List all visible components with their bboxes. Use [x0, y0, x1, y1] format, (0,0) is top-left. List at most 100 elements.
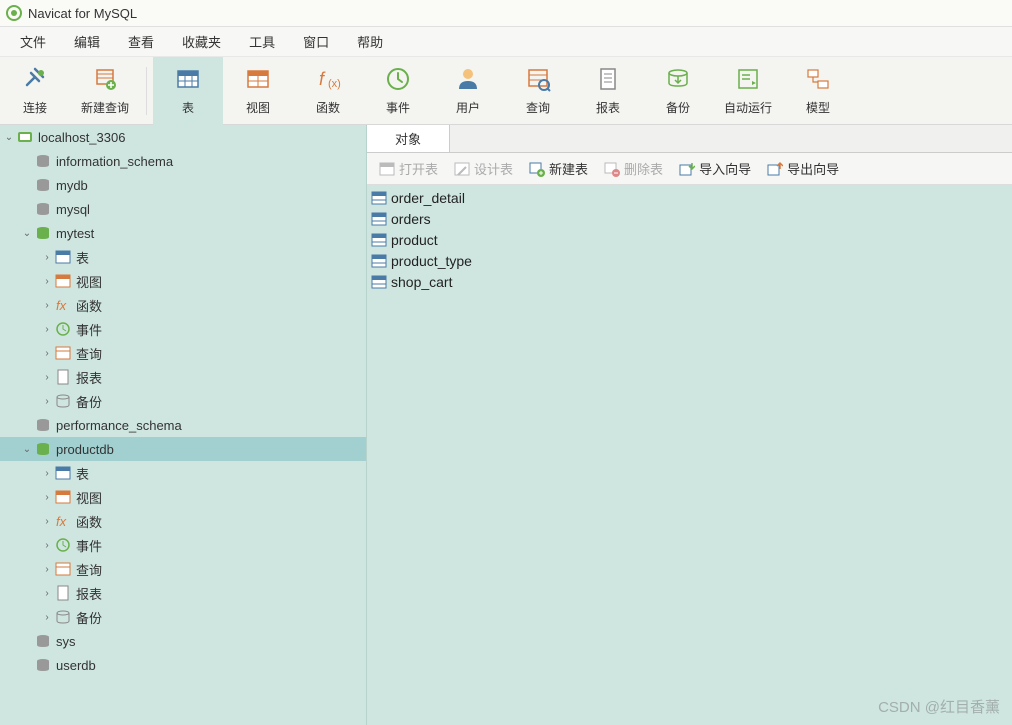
- export-label: 导出向导: [787, 159, 839, 178]
- chevron-right-icon[interactable]: ›: [40, 348, 54, 359]
- tree-cat-label: 函数: [76, 296, 102, 315]
- export-icon: [767, 161, 783, 177]
- tree-db-information-schema[interactable]: information_schema: [0, 149, 366, 173]
- user-label: 用户: [456, 99, 480, 116]
- tree-cat-event[interactable]: ›事件: [0, 317, 366, 341]
- tree-cat-query[interactable]: ›查询: [0, 341, 366, 365]
- object-list[interactable]: order_detail orders product product_type…: [367, 185, 1012, 725]
- chevron-right-icon[interactable]: ›: [40, 516, 54, 527]
- tree-cat-report[interactable]: ›报表: [0, 581, 366, 605]
- menu-edit[interactable]: 编辑: [60, 28, 114, 55]
- tree-cat-table[interactable]: ›表: [0, 461, 366, 485]
- chevron-right-icon[interactable]: ›: [40, 252, 54, 263]
- menu-help[interactable]: 帮助: [343, 28, 397, 55]
- new-table-label: 新建表: [549, 159, 588, 178]
- tree-cat-backup[interactable]: › 备份: [0, 605, 366, 629]
- tree-db-userdb[interactable]: userdb: [0, 653, 366, 677]
- import-wizard-button[interactable]: 导入向导: [673, 157, 757, 180]
- chevron-right-icon[interactable]: ›: [40, 588, 54, 599]
- list-item[interactable]: shop_cart: [371, 271, 1008, 292]
- tree-db-performance-schema[interactable]: performance_schema: [0, 413, 366, 437]
- clock-icon: [384, 65, 412, 93]
- export-wizard-button[interactable]: 导出向导: [761, 157, 845, 180]
- tree-cat-report[interactable]: ›报表: [0, 365, 366, 389]
- model-button[interactable]: 模型: [783, 57, 853, 125]
- view-button[interactable]: 视图: [223, 57, 293, 125]
- autorun-button[interactable]: 自动运行: [713, 57, 783, 125]
- database-icon: [34, 152, 52, 170]
- database-icon: [34, 656, 52, 674]
- list-item-label: shop_cart: [391, 274, 452, 290]
- menu-file[interactable]: 文件: [6, 28, 60, 55]
- tree-db-mysql[interactable]: mysql: [0, 197, 366, 221]
- open-table-icon: [379, 161, 395, 177]
- backup-button[interactable]: 备份: [643, 57, 713, 125]
- open-table-button[interactable]: 打开表: [373, 157, 444, 180]
- newquery-button[interactable]: 新建查询: [70, 57, 140, 125]
- query-button[interactable]: 查询: [503, 57, 573, 125]
- tree-cat-function[interactable]: ›fx函数: [0, 509, 366, 533]
- list-item[interactable]: order_detail: [371, 187, 1008, 208]
- database-icon: [34, 632, 52, 650]
- expand-icon[interactable]: ⌄: [20, 444, 34, 455]
- list-item-label: order_detail: [391, 190, 465, 206]
- tree-cat-label: 备份: [76, 608, 102, 627]
- list-item[interactable]: orders: [371, 208, 1008, 229]
- tab-object[interactable]: 对象: [367, 125, 450, 152]
- tree-cat-function[interactable]: ›fx 函数: [0, 293, 366, 317]
- chevron-right-icon[interactable]: ›: [40, 468, 54, 479]
- chevron-right-icon[interactable]: ›: [40, 276, 54, 287]
- menu-tools[interactable]: 工具: [235, 28, 289, 55]
- tree-cat-backup[interactable]: ›备份: [0, 389, 366, 413]
- toolbar: 连接 新建查询 表 视图 f(x) 函数 事件 用户 查询 报表 备份 自动运行: [0, 57, 1012, 125]
- expand-icon[interactable]: ⌄: [2, 132, 16, 143]
- expand-icon[interactable]: ⌄: [20, 228, 34, 239]
- tree-db-mydb[interactable]: mydb: [0, 173, 366, 197]
- chevron-right-icon[interactable]: ›: [40, 612, 54, 623]
- menu-view[interactable]: 查看: [114, 28, 168, 55]
- delete-table-button[interactable]: 删除表: [598, 157, 669, 180]
- query-small-icon: [54, 344, 72, 362]
- tree-db-sys[interactable]: sys: [0, 629, 366, 653]
- design-table-button[interactable]: 设计表: [448, 157, 519, 180]
- function-icon: f(x): [314, 65, 342, 93]
- tree-cat-event[interactable]: ›事件: [0, 533, 366, 557]
- table-small-icon: [371, 274, 387, 290]
- tree-connection[interactable]: ⌄ localhost_3306: [0, 125, 366, 149]
- chevron-right-icon[interactable]: ›: [40, 372, 54, 383]
- new-table-button[interactable]: 新建表: [523, 157, 594, 180]
- chevron-right-icon[interactable]: ›: [40, 492, 54, 503]
- chevron-right-icon[interactable]: ›: [40, 540, 54, 551]
- function-button[interactable]: f(x) 函数: [293, 57, 363, 125]
- chevron-right-icon[interactable]: ›: [40, 324, 54, 335]
- tree-cat-query[interactable]: ›查询: [0, 557, 366, 581]
- connect-button[interactable]: 连接: [0, 57, 70, 125]
- clock-small-icon: [54, 320, 72, 338]
- table-small-icon: [371, 232, 387, 248]
- table-button[interactable]: 表: [153, 57, 223, 125]
- svg-text:f: f: [319, 69, 326, 89]
- report-button[interactable]: 报表: [573, 57, 643, 125]
- event-button[interactable]: 事件: [363, 57, 433, 125]
- tree-cat-label: 表: [76, 248, 89, 267]
- tree-cat-label: 视图: [76, 488, 102, 507]
- list-item[interactable]: product_type: [371, 250, 1008, 271]
- tree-db-label: userdb: [56, 658, 96, 673]
- tree-cat-label: 表: [76, 464, 89, 483]
- list-item[interactable]: product: [371, 229, 1008, 250]
- menu-favorites[interactable]: 收藏夹: [168, 28, 235, 55]
- chevron-right-icon[interactable]: ›: [40, 300, 54, 311]
- sidebar[interactable]: ⌄ localhost_3306 information_schema mydb…: [0, 125, 367, 725]
- chevron-right-icon[interactable]: ›: [40, 564, 54, 575]
- svg-text:fx: fx: [56, 298, 67, 313]
- user-button[interactable]: 用户: [433, 57, 503, 125]
- tree-db-productdb[interactable]: ⌄ productdb: [0, 437, 366, 461]
- chevron-right-icon[interactable]: ›: [40, 396, 54, 407]
- list-item-label: product: [391, 232, 438, 248]
- svg-text:fx: fx: [56, 514, 67, 529]
- menu-window[interactable]: 窗口: [289, 28, 343, 55]
- tree-db-mytest[interactable]: ⌄ mytest: [0, 221, 366, 245]
- tree-cat-view[interactable]: › 视图: [0, 485, 366, 509]
- tree-cat-view[interactable]: ›视图: [0, 269, 366, 293]
- tree-cat-table[interactable]: ›表: [0, 245, 366, 269]
